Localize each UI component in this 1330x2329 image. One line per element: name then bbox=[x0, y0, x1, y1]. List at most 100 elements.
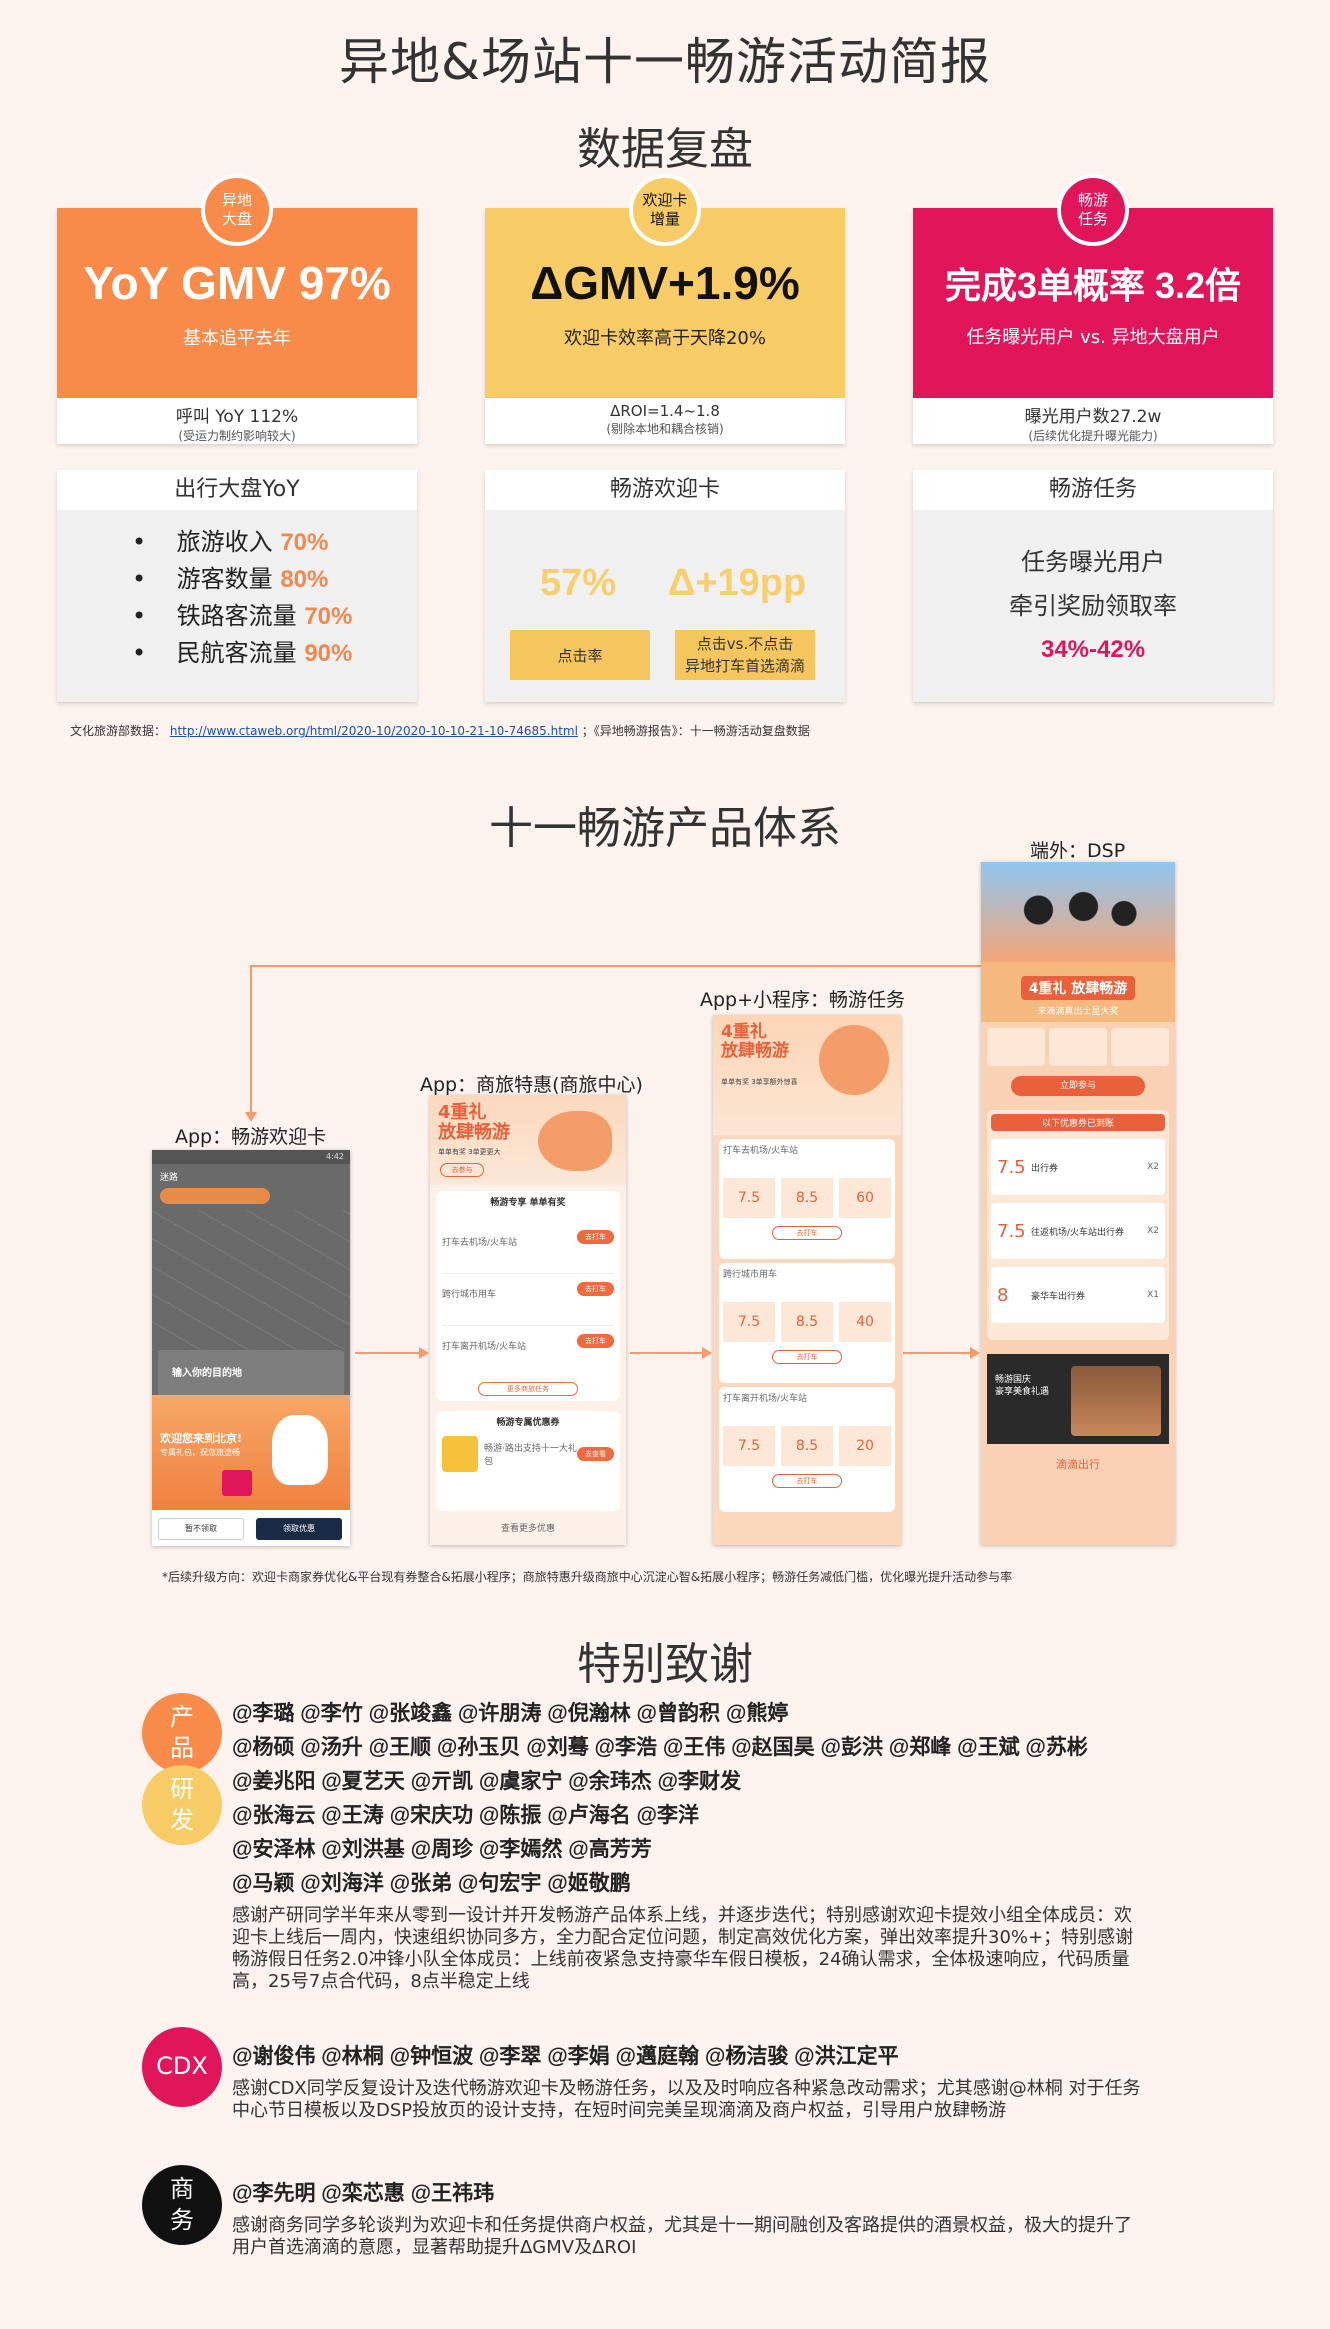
future-upgrade-note: *后续升级方向：欢迎卡商家券优化&平台现有券整合&拓展小程序；商旅特惠升级商旅中… bbox=[162, 1570, 1013, 1584]
cdx-thanks-text: 感谢CDX同学反复设计及迭代畅游欢迎卡及畅游任务，以及及时响应各种紧急改动需求；… bbox=[232, 2078, 1141, 2121]
task-row-label: 打车离开机场/火车站 bbox=[442, 1342, 527, 1352]
panel-title: 出行大盘YoY bbox=[57, 470, 417, 510]
card-footer-line1: 曝光用户数27.2w bbox=[1024, 407, 1162, 427]
connector-arrow bbox=[355, 1347, 429, 1359]
tag-compare: 点击vs.不点击 异地打车首选滴滴 bbox=[675, 630, 815, 680]
hero-headline: 4重礼 放肆畅游 bbox=[438, 1102, 510, 1143]
coupon-value: 7.5 bbox=[997, 1156, 1026, 1178]
product-dev-thanks-text: 感谢产研同学半年来从零到一设计并开发畅游产品体系上线，并逐步迭代；特别感谢欢迎卡… bbox=[232, 1905, 1134, 1992]
more-tasks-button[interactable]: 更多商旅任务 bbox=[478, 1382, 578, 1396]
panel-title: 畅游欢迎卡 bbox=[485, 470, 845, 510]
card-headline: ΔGMV+1.9% bbox=[530, 257, 800, 309]
dsp-icon-row bbox=[981, 1022, 1175, 1072]
team-badge-dev: 研 发 bbox=[142, 1765, 222, 1845]
coupon-count: X2 bbox=[1147, 1162, 1159, 1172]
reward-value: 7.5 bbox=[723, 1302, 775, 1342]
hero-photo bbox=[981, 862, 1175, 962]
coupon-title: 出行券 bbox=[1031, 1163, 1059, 1174]
hero-banner: 4重礼 放肆畅游 单单有奖 3单享额外惊喜 bbox=[713, 1015, 901, 1135]
source-suffix: ；《异地畅游报告》：十一畅游活动复盘数据 bbox=[581, 724, 810, 738]
promo-subtitle: 专属礼包，祝您旅途畅 bbox=[160, 1448, 240, 1457]
section-title-thanks: 特别致谢 bbox=[577, 1639, 753, 1690]
task-block: 打车离开机场/火车站 7.5 8.5 20 去打车 bbox=[719, 1387, 895, 1512]
task-row-label: 打车去机场/火车站 bbox=[442, 1238, 518, 1248]
task-section-title: 畅游专享 单单有奖 bbox=[490, 1198, 566, 1208]
coupon-value: 7.5 bbox=[997, 1220, 1026, 1242]
join-now-button[interactable]: 立即参与 bbox=[1011, 1076, 1145, 1096]
view-more-coupons[interactable]: 查看更多优惠 bbox=[430, 1521, 626, 1534]
card-subtext: 基本追平去年 bbox=[183, 328, 291, 349]
task-row-button[interactable]: 去打车 bbox=[577, 1282, 614, 1296]
connector-line bbox=[250, 965, 252, 1118]
product-label-business: App：商旅特惠(商旅中心) bbox=[420, 1074, 643, 1096]
task-row: 打车去机场/火车站 去打车 bbox=[442, 1230, 614, 1274]
cdx-names: @谢俊伟 @林桐 @钟恒波 @李翠 @李娟 @邁庭翰 @杨洁骏 @洪江定平 bbox=[232, 2045, 899, 2068]
claim-button[interactable]: 领取优惠 bbox=[256, 1518, 342, 1540]
panel-task-line1: 任务曝光用户 bbox=[1021, 548, 1165, 576]
team-badge-cdx: CDX bbox=[142, 2027, 222, 2107]
bullet-label: 民航客流量 bbox=[176, 639, 297, 667]
section-title-product-system: 十一畅游产品体系 bbox=[489, 803, 841, 854]
connector-line bbox=[250, 965, 982, 967]
stat-delta: Δ+19pp bbox=[668, 562, 807, 604]
names-line: @杨硕 @汤升 @王顺 @孙玉贝 @刘蓦 @李浩 @王伟 @赵国昊 @彭洪 @郑… bbox=[232, 1736, 1088, 1759]
names-line: @张海云 @王涛 @宋庆功 @陈振 @卢海名 @李洋 bbox=[232, 1804, 700, 1827]
section-title-data-review: 数据复盘 bbox=[577, 124, 753, 175]
didi-logo: 滴滴出行 bbox=[1056, 1458, 1100, 1471]
names-line: @李璐 @李竹 @张竣鑫 @许朋涛 @倪瀚林 @曾韵积 @熊婷 bbox=[232, 1702, 789, 1725]
connector-arrow bbox=[903, 1347, 980, 1359]
mascot-icon bbox=[272, 1415, 328, 1485]
map-view[interactable] bbox=[152, 1210, 350, 1350]
hero-tagline: 单单有奖 3单更更大 bbox=[438, 1148, 501, 1156]
hero-subtitle: 单单有奖 3单享额外惊喜 bbox=[721, 1078, 798, 1086]
promo-title: 欢迎您来到北京! bbox=[160, 1432, 243, 1445]
coupon-count: X2 bbox=[1147, 1226, 1159, 1236]
card-badge: 畅游 任务 bbox=[1057, 174, 1129, 246]
card-travel-task: 完成3单概率 3.2倍 任务曝光用户 vs. 异地大盘用户 曝光用户数27.2w… bbox=[913, 174, 1273, 444]
bullet-item: • 旅游收入 70% bbox=[132, 528, 329, 556]
task-row: 打车离开机场/火车站 去打车 bbox=[442, 1334, 614, 1378]
rocket-illustration-icon bbox=[819, 1025, 889, 1095]
source-link[interactable]: http://www.ctaweb.org/html/2020-10/2020-… bbox=[170, 724, 578, 738]
notice-pill bbox=[160, 1188, 270, 1204]
task-button[interactable]: 去打车 bbox=[772, 1350, 842, 1364]
coupon-value: 8 bbox=[997, 1284, 1009, 1306]
bullet-item: • 游客数量 80% bbox=[132, 565, 329, 593]
coupon-title: 豪华车出行券 bbox=[1031, 1291, 1086, 1302]
task-block-title: 打车离开机场/火车站 bbox=[723, 1394, 808, 1404]
decline-button[interactable]: 暂不领取 bbox=[158, 1518, 244, 1540]
task-rewards: 7.5 8.5 60 bbox=[719, 1160, 895, 1218]
join-button[interactable]: 去参与 bbox=[440, 1163, 484, 1177]
tag-compare-line2: 异地打车首选滴滴 bbox=[684, 657, 805, 675]
card-footer-line1: ΔROI=1.4~1.8 bbox=[610, 402, 720, 420]
plane-icon bbox=[987, 1028, 1045, 1066]
reward-value: 40 bbox=[839, 1302, 891, 1342]
panel-title: 畅游任务 bbox=[913, 470, 1273, 510]
bullet-value: 70% bbox=[304, 603, 353, 630]
card-footer-line1: 呼叫 YoY 112% bbox=[175, 407, 299, 427]
bullet-value: 90% bbox=[304, 640, 353, 667]
dining-banner-text: 畅游国庆 豪享美食礼遇 bbox=[995, 1375, 1050, 1397]
destination-input[interactable]: 输入你的目的地 bbox=[158, 1350, 344, 1379]
task-block: 跨行城市用车 7.5 8.5 40 去打车 bbox=[719, 1263, 895, 1383]
coupon-item: 7.5 出行券 X2 bbox=[991, 1139, 1165, 1195]
card-subtext: 任务曝光用户 vs. 异地大盘用户 bbox=[966, 327, 1220, 348]
coupon-section: 畅游专属优惠券 畅游·路出支持十一大礼包 去查看 bbox=[436, 1411, 620, 1511]
rocket-illustration-icon bbox=[538, 1111, 612, 1171]
status-bar: 4:42 bbox=[152, 1150, 350, 1164]
card-footer: 曝光用户数27.2w (后续优化提升曝光能力) bbox=[913, 398, 1273, 444]
task-row-button[interactable]: 去打车 bbox=[577, 1230, 614, 1244]
dsp-headline-block: 4重礼 放肆畅游 来滴滴真出士星大奖 bbox=[981, 962, 1175, 1022]
bullet-label: 游客数量 bbox=[176, 565, 273, 593]
task-button[interactable]: 去打车 bbox=[772, 1226, 842, 1240]
hero-banner: 4重礼 放肆畅游 单单有奖 3单更更大 去参与 bbox=[430, 1095, 626, 1185]
bullet-label: 旅游收入 bbox=[176, 528, 273, 556]
task-row-button[interactable]: 去打车 bbox=[577, 1334, 614, 1348]
reward-value: 60 bbox=[839, 1178, 891, 1218]
coupon-view-button[interactable]: 去查看 bbox=[577, 1447, 614, 1461]
task-button[interactable]: 去打车 bbox=[772, 1474, 842, 1488]
task-rewards: 7.5 8.5 40 bbox=[719, 1284, 895, 1342]
bullet-label: 铁路客流量 bbox=[176, 602, 297, 630]
business-thanks-text: 感谢商务同学多轮谈判为欢迎卡和任务提供商户权益，尤其是十一期间融创及客路提供的酒… bbox=[232, 2215, 1132, 2258]
dining-banner: 畅游国庆 豪享美食礼遇 bbox=[987, 1354, 1169, 1444]
